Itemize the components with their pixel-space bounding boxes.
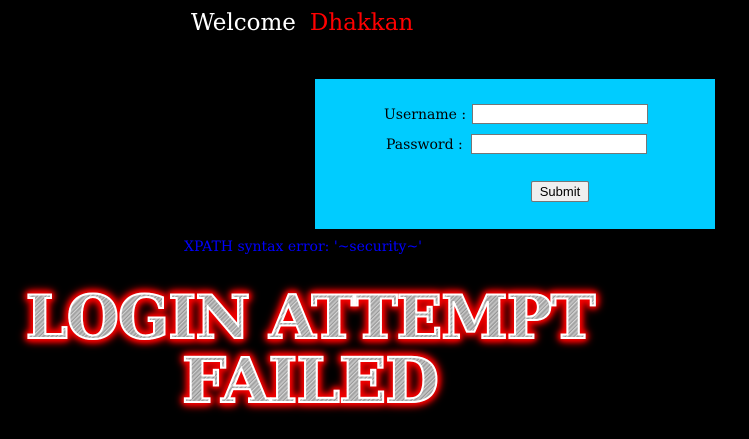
- username-row: Username :: [315, 104, 715, 126]
- welcome-label: Welcome: [191, 10, 296, 36]
- banner-line-1: LOGIN ATTEMPT: [0, 287, 650, 349]
- password-label: Password :: [386, 137, 463, 153]
- username-label: Username :: [384, 107, 467, 123]
- password-input[interactable]: [471, 134, 647, 154]
- username-input[interactable]: [472, 104, 648, 124]
- submit-button[interactable]: Submit: [531, 181, 589, 202]
- error-message: XPATH syntax error: '~security~': [184, 239, 423, 255]
- user-name: Dhakkan: [309, 10, 414, 36]
- password-row: Password :: [315, 134, 715, 156]
- login-failed-banner: LOGIN ATTEMPT FAILED: [0, 287, 650, 413]
- login-form: Username : Password : Submit: [315, 79, 715, 229]
- welcome-heading: Welcome Dhakkan: [191, 10, 413, 36]
- banner-line-2: FAILED: [0, 349, 650, 413]
